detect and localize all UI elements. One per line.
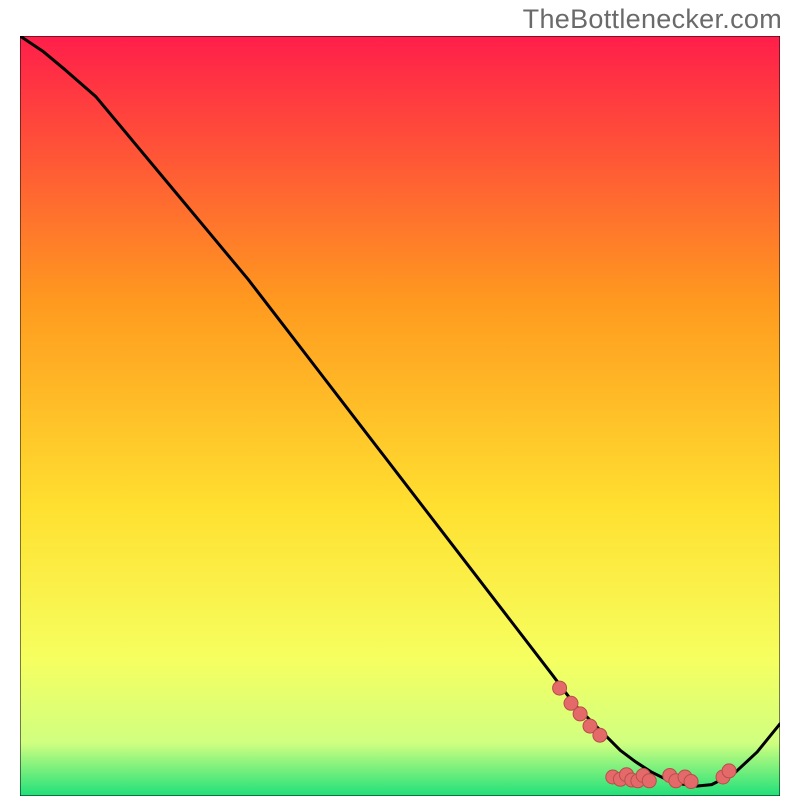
- data-marker: [553, 681, 567, 695]
- data-marker: [684, 775, 698, 789]
- gradient-background: [20, 36, 780, 796]
- brand-watermark: TheBottlenecker.com: [523, 4, 782, 35]
- chart-container: [20, 36, 780, 796]
- data-marker: [593, 728, 607, 742]
- bottleneck-chart: [20, 36, 780, 796]
- data-marker: [642, 774, 656, 788]
- stage: TheBottlenecker.com: [0, 0, 800, 800]
- data-marker: [722, 764, 736, 778]
- data-marker: [573, 707, 587, 721]
